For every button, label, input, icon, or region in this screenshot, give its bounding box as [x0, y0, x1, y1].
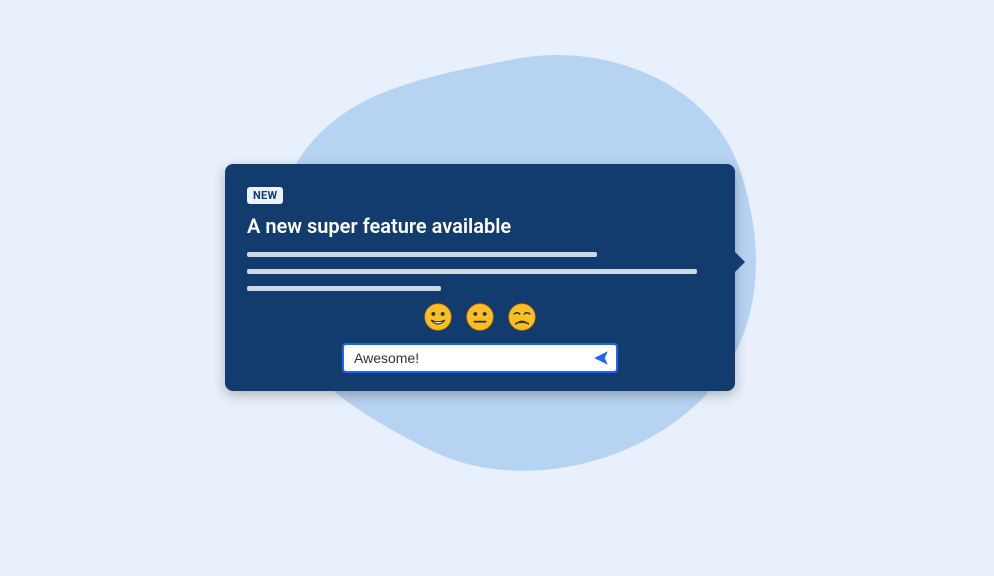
- neutral-face-icon[interactable]: [466, 303, 494, 331]
- reaction-row: [247, 303, 713, 331]
- feedback-input-wrap: [342, 343, 618, 373]
- card-title: A new super feature available: [247, 214, 713, 238]
- send-icon: [592, 349, 610, 367]
- text-line: [247, 286, 441, 291]
- sad-face-icon[interactable]: [508, 303, 536, 331]
- description-placeholder: [247, 252, 713, 291]
- happy-face-icon[interactable]: [424, 303, 452, 331]
- text-line: [247, 269, 697, 274]
- feature-tooltip-card: NEW A new super feature available: [225, 164, 735, 391]
- feedback-input[interactable]: [354, 350, 592, 366]
- new-badge: NEW: [247, 187, 283, 204]
- text-line: [247, 252, 597, 257]
- send-button[interactable]: [592, 349, 610, 367]
